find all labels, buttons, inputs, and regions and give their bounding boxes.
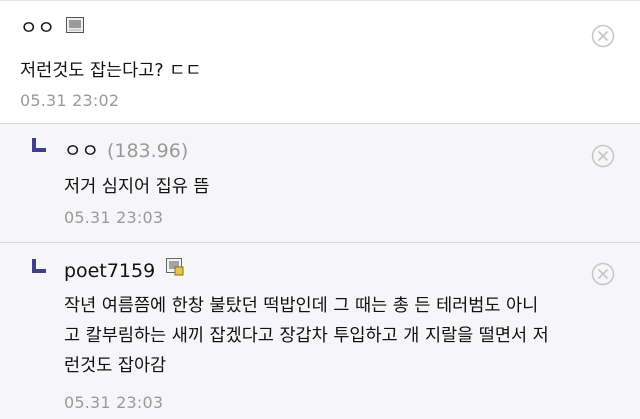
delete-icon[interactable]: [591, 262, 615, 286]
comment-timestamp: 05.31 23:02: [20, 91, 120, 110]
author-nickname[interactable]: ㅇㅇ: [20, 17, 55, 39]
author-nickname[interactable]: ㅇㅇ: [64, 140, 99, 162]
comment-author[interactable]: ㅇㅇ (183.96): [64, 139, 188, 163]
comment-item: ㅇㅇ 저런것도 잡는다고? ㄷㄷ 05.31 23:02: [0, 0, 640, 123]
reply-comment-item: poet7159 작년 여름쯤에 한창 불탔던 떡밥인데 그 때는 총 든 테러…: [0, 242, 640, 419]
comment-text-line: 고 칼부림하는 새끼 잡겠다고 장갑차 투입하고 개 지랄을 떨면서 저: [64, 326, 549, 346]
delete-icon[interactable]: [591, 24, 615, 48]
member-badge-icon: [166, 258, 184, 282]
author-nickname[interactable]: poet7159: [64, 260, 155, 282]
reply-comment-item: ㅇㅇ (183.96) 저거 심지어 집유 뜸 05.31 23:03: [0, 123, 640, 242]
comment-text-line: 런것도 잡아감: [64, 356, 167, 376]
comment-text: 저런것도 잡는다고? ㄷㄷ: [20, 61, 202, 81]
comment-text: 작년 여름쯤에 한창 불탔던 떡밥인데 그 때는 총 든 테러범도 아니 고 칼…: [64, 291, 624, 381]
member-badge-icon: [66, 15, 85, 39]
delete-icon[interactable]: [591, 144, 615, 168]
comment-timestamp: 05.31 23:03: [64, 393, 164, 412]
comment-text-line: 작년 여름쯤에 한창 불탔던 떡밥인데 그 때는 총 든 테러범도 아니: [64, 296, 539, 316]
reply-arrow-icon: [32, 259, 48, 273]
comment-author[interactable]: ㅇㅇ: [20, 15, 85, 40]
comment-text: 저거 심지어 집유 뜸: [64, 177, 210, 197]
reply-arrow-icon: [32, 138, 48, 152]
author-ip: (183.96): [106, 140, 189, 162]
comment-author[interactable]: poet7159: [64, 258, 184, 283]
comment-timestamp: 05.31 23:03: [64, 208, 164, 227]
